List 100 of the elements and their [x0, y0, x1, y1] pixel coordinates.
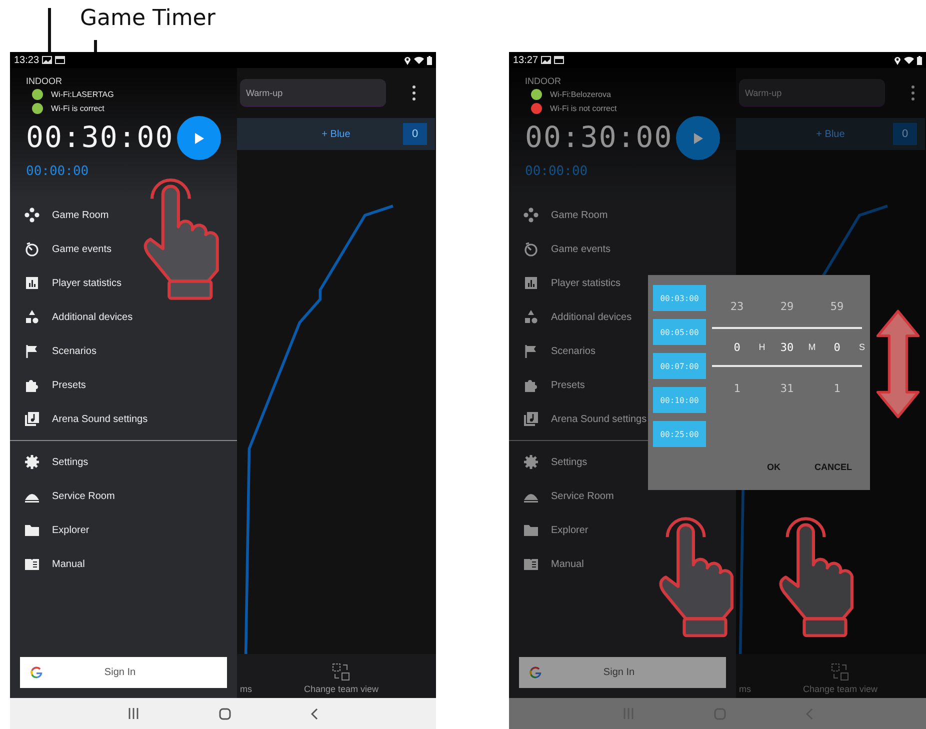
picker-value[interactable]: 23 [712, 300, 762, 312]
menu-item[interactable]: Scenarios [52, 346, 96, 356]
wifi-status: Wi-Fi is not correct [550, 104, 617, 113]
settings-icon [523, 454, 539, 470]
timer-icon [523, 241, 539, 257]
dialog-button[interactable]: OK [765, 460, 782, 474]
picker-value[interactable]: 31 [762, 382, 812, 394]
sign-in-button[interactable]: Sign In [519, 657, 726, 688]
menu-item[interactable]: Explorer [551, 524, 588, 536]
shapes-icon [24, 309, 40, 325]
more-icon[interactable] [412, 85, 416, 101]
bar-chart-icon [523, 275, 539, 291]
menu-item[interactable]: Game Room [52, 210, 109, 220]
location-icon [894, 56, 901, 64]
folder-icon [523, 522, 539, 538]
shapes-icon [523, 309, 539, 325]
menu-item[interactable]: Game Room [551, 210, 608, 220]
unit-label: S [859, 342, 866, 352]
play-icon [194, 132, 204, 144]
music-library-icon [24, 411, 40, 427]
unit-label: M [808, 342, 816, 352]
menu-item[interactable]: Settings [52, 456, 88, 468]
leader-line [48, 8, 51, 52]
play-button[interactable] [676, 116, 720, 160]
flag-icon [523, 343, 539, 359]
g-logo-icon [30, 666, 43, 679]
battery-icon [427, 56, 432, 64]
picker-value[interactable]: 29 [762, 300, 812, 312]
home-icon[interactable] [219, 708, 231, 720]
dialog-button[interactable]: CANCEL [812, 460, 854, 474]
elapsed-timer: 00:00:00 [525, 164, 589, 179]
bar-chart-icon [24, 275, 40, 291]
bottom-action[interactable]: ms [739, 684, 789, 694]
puzzle-icon [24, 377, 40, 393]
unit-label: H [758, 342, 766, 352]
image-icon [541, 56, 552, 64]
folder-icon [24, 522, 40, 538]
menu-item[interactable]: Game events [551, 244, 610, 254]
sign-in-button[interactable]: Sign In [20, 657, 227, 688]
swap-view-icon[interactable] [332, 663, 350, 681]
location-icon [404, 56, 411, 64]
menu-item[interactable]: Service Room [551, 490, 614, 502]
puzzle-icon [523, 377, 539, 393]
menu-item[interactable]: Presets [551, 380, 585, 390]
play-icon [693, 132, 703, 144]
stage-field[interactable]: Warm-up [240, 79, 386, 107]
image-icon [42, 56, 52, 64]
status-time: 13:27 [513, 54, 538, 66]
g-logo-icon [529, 666, 542, 679]
bottom-action[interactable]: Change team view [803, 684, 878, 694]
elapsed-timer: 00:00:00 [26, 164, 90, 179]
team-name[interactable]: + Blue [816, 128, 845, 140]
menu-item[interactable]: Arena Sound settings [52, 414, 148, 424]
menu-item[interactable]: Manual [52, 558, 85, 570]
caption-title: Game Timer [80, 6, 216, 31]
wifi-icon [904, 56, 914, 64]
menu-item[interactable]: Player statistics [52, 278, 122, 288]
gamepad-icon [24, 207, 40, 223]
window-icon [55, 56, 66, 64]
bottom-action[interactable]: Change team view [304, 684, 379, 694]
wifi-status: Wi-Fi is correct [51, 104, 104, 113]
status-time: 13:23 [14, 54, 40, 66]
menu-item[interactable]: Settings [551, 456, 588, 468]
play-button[interactable] [177, 116, 221, 160]
picker-value[interactable]: 1 [812, 382, 862, 394]
book-icon [24, 556, 40, 572]
wifi-status: Wi-Fi:Belozerova [550, 90, 611, 99]
book-icon [523, 556, 539, 572]
menu-item[interactable]: Service Room [52, 490, 115, 502]
settings-icon [24, 454, 40, 470]
menu-item[interactable]: Scenarios [551, 346, 596, 356]
game-timer[interactable]: 00:30:00 [26, 120, 237, 154]
mode-label: INDOOR [525, 76, 562, 86]
recent-apps-icon[interactable] [128, 708, 139, 719]
back-icon[interactable] [311, 708, 318, 720]
window-icon [554, 56, 564, 64]
menu-item[interactable]: Explorer [52, 524, 90, 536]
mode-label: INDOOR [26, 76, 63, 86]
music-library-icon [523, 411, 539, 427]
menu-item[interactable]: Additional devices [551, 312, 632, 322]
menu-item[interactable]: Presets [52, 380, 86, 390]
menu-item[interactable]: Game events [52, 244, 112, 254]
menu-item[interactable]: Manual [551, 558, 584, 570]
picker-value[interactable]: 1 [712, 382, 762, 394]
flag-icon [24, 343, 40, 359]
timer-icon [24, 241, 40, 257]
wifi-icon [414, 56, 424, 64]
team-score: 0 [403, 123, 427, 145]
wifi-status: Wi-Fi:LASERTAG [51, 90, 114, 99]
swap-view-icon[interactable] [831, 663, 850, 681]
team-score: 0 [893, 123, 917, 145]
team-name[interactable]: + Blue [322, 128, 350, 140]
picker-value[interactable]: 59 [812, 300, 862, 312]
stage-field[interactable]: Warm-up [739, 79, 885, 107]
menu-item[interactable]: Player statistics [551, 278, 620, 288]
menu-item[interactable]: Additional devices [52, 312, 133, 322]
menu-item[interactable]: Arena Sound settings [551, 414, 647, 424]
bottom-action[interactable]: ms [240, 684, 290, 694]
gamepad-icon [523, 207, 539, 223]
game-timer[interactable]: 00:30:00 [525, 120, 736, 154]
